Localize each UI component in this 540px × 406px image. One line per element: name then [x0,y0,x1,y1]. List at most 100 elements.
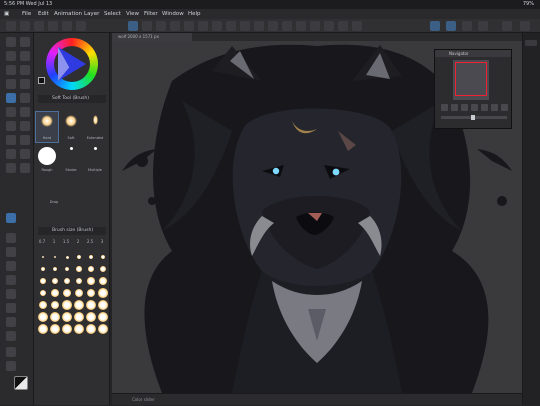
fill-tool-icon[interactable] [6,121,16,131]
pen-tool-icon[interactable] [20,65,30,75]
brush-size-swatch[interactable] [37,263,49,275]
blend-tool-icon[interactable] [20,107,30,117]
flip-horizontal-icon[interactable] [491,104,498,111]
menu-view[interactable]: View [126,9,139,19]
brush-size-swatch[interactable] [85,263,97,275]
brush-size-swatch[interactable] [61,275,73,287]
eraser-icon[interactable] [478,21,488,31]
brush-size-swatch[interactable] [73,311,85,323]
lasso-tool-icon[interactable] [20,51,30,61]
rotate-icon[interactable] [310,21,320,31]
mask-icon[interactable] [268,21,278,31]
menu-animation[interactable]: Animation [54,9,82,19]
eyedropper-tool-icon[interactable] [6,65,16,75]
chat-icon[interactable] [6,347,16,357]
correct-line-tool-icon[interactable] [20,163,30,173]
zoom-slider-handle[interactable] [471,115,475,120]
brush-tool-active-icon[interactable] [430,21,440,31]
menu-help[interactable]: Help [188,9,201,19]
clear-icon[interactable] [170,21,180,31]
brush-item[interactable]: Soft [60,112,82,142]
menu-app-icon[interactable]: ▣ [4,9,9,19]
brush-item[interactable]: Hard [35,111,59,143]
symmetry-icon[interactable] [254,21,264,31]
ruler-tool-icon[interactable] [6,149,16,159]
gradient-tool-icon[interactable] [20,121,30,131]
brush-size-swatch[interactable] [85,323,97,335]
brush-size-tool-icon[interactable] [6,213,16,223]
brush-size-swatch[interactable] [49,311,61,323]
menu-window[interactable]: Window [162,9,184,19]
brush-size-swatch[interactable] [37,251,49,263]
brush-size-swatch[interactable] [37,299,49,311]
frame-tool-icon[interactable] [20,135,30,145]
fit-icon[interactable] [461,104,468,111]
navigator-view-frame[interactable] [455,62,487,96]
brush-item[interactable]: Rough [36,144,58,174]
brush-size-swatch[interactable] [49,299,61,311]
layer-icon[interactable] [282,21,292,31]
speech-panel-icon[interactable] [6,331,16,341]
brush-item[interactable]: Extended [84,112,106,142]
snap-icon[interactable] [212,21,222,31]
balloon-tool-icon[interactable] [6,163,16,173]
pencil-tool-active-icon[interactable] [446,21,456,31]
color-slider-label[interactable]: Color slider [132,397,155,402]
brush-size-swatch[interactable] [73,263,85,275]
menu-file[interactable]: File [22,9,31,19]
brush-size-swatch[interactable] [49,323,61,335]
layers-icon[interactable] [6,361,16,371]
material-panel-icon[interactable] [6,247,16,257]
home-icon[interactable] [6,21,16,31]
brush-size-swatch[interactable] [37,311,49,323]
select-tool-icon[interactable] [128,21,138,31]
document-tab[interactable]: wolf 2000 x 1571 px [112,33,192,41]
brush-size-swatch[interactable] [85,251,97,263]
navigator-title[interactable]: Navigator [435,50,511,57]
reset-icon[interactable] [352,21,362,31]
fill-icon[interactable] [198,21,208,31]
export-icon[interactable] [62,21,72,31]
brush-size-swatch[interactable] [97,251,109,263]
brush-size-swatch[interactable] [97,299,109,311]
settings-icon[interactable] [502,21,512,31]
brush-item[interactable]: Drop [36,176,72,206]
zoom-out-icon[interactable] [441,104,448,111]
brush-size-swatch[interactable] [49,263,61,275]
brush-size-swatch[interactable] [85,287,97,299]
flip-vertical-icon[interactable] [501,104,508,111]
zoom-tool-icon[interactable] [6,37,16,47]
undo-icon[interactable] [142,21,152,31]
redo-icon[interactable] [156,21,166,31]
brush-size-swatch[interactable] [73,251,85,263]
brush-size-swatch[interactable] [61,287,73,299]
window-icon[interactable] [76,21,86,31]
brush-tool-icon[interactable] [20,79,30,89]
color-set-panel-icon[interactable] [6,289,16,299]
eraser-tool-icon[interactable] [6,107,16,117]
brush-size-swatch[interactable] [61,251,73,263]
right-panel-button[interactable] [525,40,537,46]
brush-size-swatch[interactable] [73,323,85,335]
eyedropper-icon[interactable] [462,21,472,31]
brush-group-tab[interactable]: Soft Tool (Brush) [38,95,106,103]
brush-size-swatch[interactable] [85,299,97,311]
selection-tool-icon[interactable] [6,51,16,61]
hand-icon[interactable] [20,21,30,31]
color-swap-icon[interactable] [14,376,28,390]
brush-size-swatch[interactable] [49,287,61,299]
menu-filter[interactable]: Filter [144,9,158,19]
brush-size-swatch[interactable] [61,323,73,335]
decoration-tool-icon[interactable] [20,93,30,103]
brush-size-swatch[interactable] [37,323,49,335]
transform-icon[interactable] [184,21,194,31]
brush-size-header[interactable]: Brush size (Brush) [38,227,106,235]
brush-size-swatch[interactable] [85,311,97,323]
brush-size-swatch[interactable] [61,311,73,323]
text-tool-icon[interactable] [20,149,30,159]
sub-view-panel-icon[interactable] [6,275,16,285]
ruler-icon[interactable] [226,21,236,31]
brush-size-swatch[interactable] [73,287,85,299]
tool-property-icon[interactable] [6,303,16,313]
menu-icon[interactable] [520,21,530,31]
